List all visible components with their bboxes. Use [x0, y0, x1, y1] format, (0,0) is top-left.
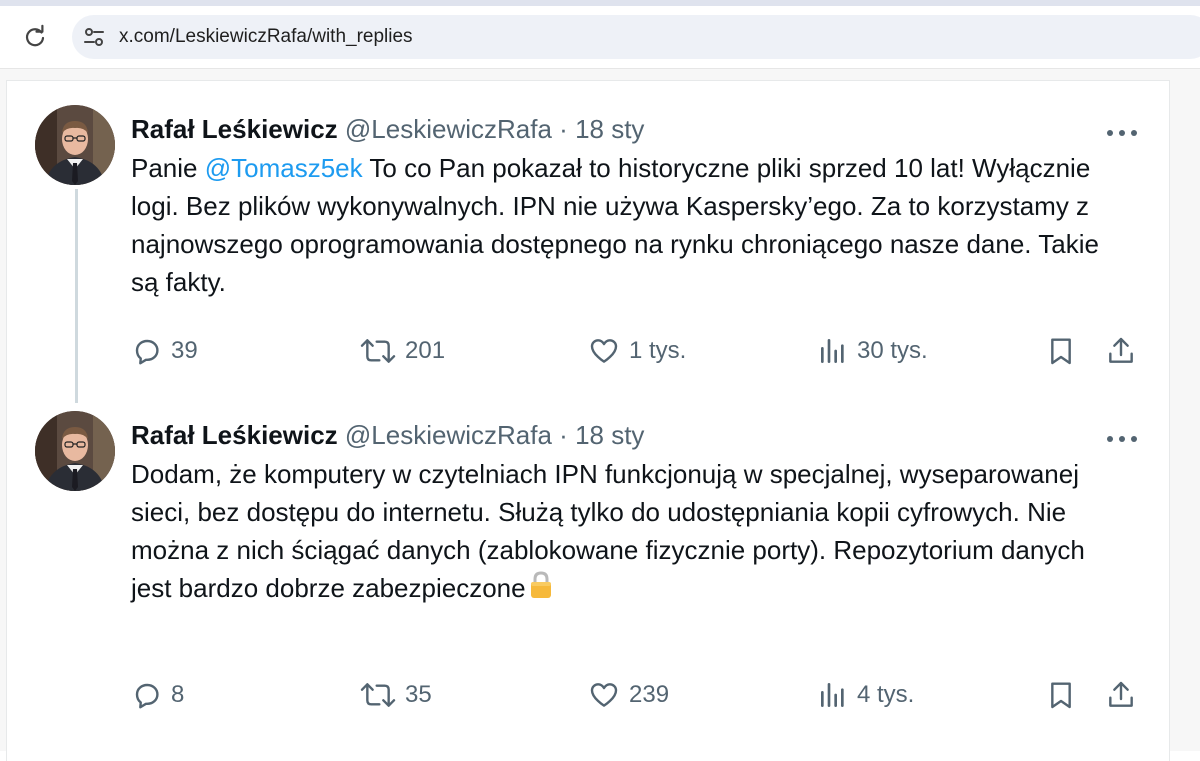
- browser-toolbar: x.com/LeskiewiczRafa/with_replies: [0, 6, 1200, 69]
- bookmark-icon[interactable]: [1045, 335, 1077, 372]
- reply-count: 8: [171, 681, 185, 708]
- tweet-text-prefix: Panie: [131, 153, 205, 183]
- like-button[interactable]: 239: [587, 675, 669, 715]
- address-bar[interactable]: x.com/LeskiewiczRafa/with_replies: [72, 15, 1200, 59]
- header-separator: ·: [559, 114, 568, 144]
- header-separator: ·: [559, 420, 568, 450]
- views-button[interactable]: 4 tys.: [817, 675, 914, 715]
- reply-button[interactable]: 39: [131, 331, 198, 371]
- reload-icon[interactable]: [22, 24, 48, 50]
- share-icon[interactable]: [1105, 335, 1137, 372]
- repost-button[interactable]: 35: [359, 675, 432, 715]
- author-name[interactable]: Rafał Leśkiewicz: [131, 420, 338, 450]
- like-button[interactable]: 1 tys.: [587, 331, 686, 371]
- tweet-text: Dodam, że komputery w czytelniach IPN fu…: [131, 455, 1131, 610]
- repost-button[interactable]: 201: [359, 331, 445, 371]
- tweet-feed: Rafał Leśkiewicz @LeskiewiczRafa · 18 st…: [6, 80, 1170, 761]
- url-text[interactable]: x.com/LeskiewiczRafa/with_replies: [119, 15, 413, 59]
- tweet-text: Panie @Tomasz5ek To co Pan pokazał to hi…: [131, 149, 1131, 301]
- tweet-date[interactable]: 18 sty: [575, 420, 644, 450]
- views-icon: [821, 339, 844, 363]
- like-count: 1 tys.: [629, 337, 687, 364]
- reply-icon: [135, 683, 159, 709]
- tweet-actions: 39 201 1 tys. 30 tys.: [7, 331, 1169, 371]
- tweet-text-body: Dodam, że komputery w czytelniach IPN fu…: [131, 459, 1085, 603]
- author-handle[interactable]: @LeskiewiczRafa: [345, 114, 552, 144]
- heart-icon: [590, 683, 618, 707]
- reply-count: 39: [171, 337, 198, 364]
- more-options-icon[interactable]: [1105, 125, 1139, 136]
- tweet-header: Rafał Leśkiewicz @LeskiewiczRafa · 18 st…: [131, 417, 644, 453]
- tweet-header: Rafał Leśkiewicz @LeskiewiczRafa · 18 st…: [131, 111, 644, 147]
- views-count: 4 tys.: [857, 681, 915, 708]
- views-count: 30 tys.: [857, 337, 928, 364]
- more-options-icon[interactable]: [1105, 431, 1139, 442]
- repost-count: 201: [405, 337, 446, 364]
- heart-icon: [590, 339, 618, 363]
- reply-icon: [135, 339, 159, 365]
- bookmark-icon[interactable]: [1045, 679, 1077, 716]
- author-handle[interactable]: @LeskiewiczRafa: [345, 420, 552, 450]
- author-name[interactable]: Rafał Leśkiewicz: [131, 114, 338, 144]
- tweet-date[interactable]: 18 sty: [575, 114, 644, 144]
- views-icon: [821, 683, 844, 707]
- repost-count: 35: [405, 681, 432, 708]
- lock-icon: [528, 570, 554, 610]
- tweet-actions: 8 35 239 4 tys.: [7, 675, 1169, 715]
- reply-button[interactable]: 8: [131, 675, 184, 715]
- site-settings-icon[interactable]: [82, 25, 106, 49]
- share-icon[interactable]: [1105, 679, 1137, 716]
- avatar[interactable]: [35, 411, 115, 491]
- views-button[interactable]: 30 tys.: [817, 331, 928, 371]
- repost-icon: [360, 339, 396, 363]
- repost-icon: [360, 683, 396, 707]
- like-count: 239: [629, 681, 670, 708]
- avatar[interactable]: [35, 105, 115, 185]
- mention-link[interactable]: @Tomasz5ek: [205, 153, 363, 183]
